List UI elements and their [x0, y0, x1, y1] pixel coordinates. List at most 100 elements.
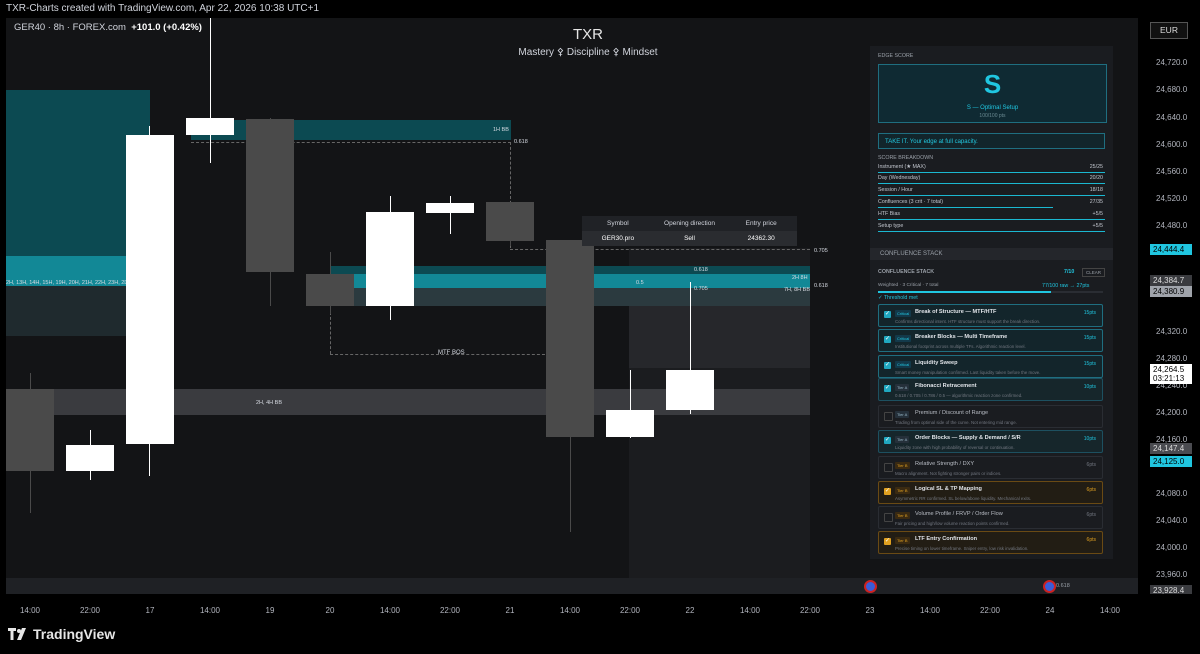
breakdown-row: Day (Wednesday) 20/20: [878, 175, 1105, 184]
time-label: 22: [685, 606, 695, 615]
confluence-item[interactable]: ✓ Tier A Order Blocks — Supply & Demand …: [878, 430, 1103, 453]
breakdown-bar: [878, 172, 1105, 173]
fib-618-bottom-label: 0.618: [1056, 583, 1070, 589]
threshold-status: ✓ Threshold met: [878, 295, 918, 301]
confluence-item-desc: Precise timing on lower timeframe. Snipe…: [895, 546, 1029, 551]
confluence-item-points: 10pts: [1083, 384, 1096, 390]
checkbox-unchecked-icon[interactable]: [884, 412, 893, 421]
table-header-symbol: Symbol: [606, 220, 629, 227]
confluence-title: CONFLUENCE STACK: [878, 269, 935, 275]
checkbox-checked-icon[interactable]: ✓: [884, 336, 891, 343]
price-label: 24,480.0: [1156, 221, 1188, 230]
zone-right-gray: [629, 306, 810, 368]
event-marker-icon[interactable]: [864, 580, 877, 593]
confluence-item-desc: Fair pricing and high/low volume reactio…: [895, 521, 1010, 526]
confluence-item[interactable]: Tier B Relative Strength / DXY Macro ali…: [878, 456, 1103, 479]
breakdown-label: Setup type: [878, 223, 904, 229]
price-label: 23,960.0: [1156, 570, 1188, 579]
time-label: 22:00: [979, 606, 1001, 615]
candle-bear: [6, 389, 54, 471]
checkbox-checked-icon[interactable]: ✓: [884, 311, 891, 318]
zone-2h8h-label: 2H 8H: [792, 275, 808, 281]
confluence-item-points: 10pts: [1083, 436, 1096, 442]
confluence-item[interactable]: ✓ Critical Break of Structure — MTF/HTF …: [878, 304, 1103, 327]
candle-bull: [606, 410, 654, 437]
breakdown-value: +5/5: [1092, 211, 1103, 217]
confluence-item-title: Volume Profile / FRVP / Order Flow: [915, 511, 1003, 517]
fib-618a-label: 0.618: [514, 139, 528, 145]
breakdown-label: Session / Hour: [878, 187, 913, 193]
confluence-item-title: Liquidity Sweep: [915, 360, 958, 366]
confluence-item-desc: Confirms directional intent. HTF structu…: [895, 319, 1041, 324]
time-axis[interactable]: [0, 594, 1200, 618]
chart-caption: TXR-Charts created with TradingView.com,…: [0, 0, 1200, 18]
confluence-item-desc: Trading from optimal side of the curve. …: [895, 420, 1017, 425]
breakdown-value: 27/35: [1089, 199, 1103, 205]
tier-tag: Tier B: [895, 537, 910, 544]
mtf-bos-label: MTF BOS: [438, 350, 465, 356]
price-label: 24,640.0: [1156, 113, 1188, 122]
confluence-item-title: Relative Strength / DXY: [915, 461, 975, 467]
price-badge-cyan: 24,125.0: [1150, 456, 1192, 467]
checkbox-unchecked-icon[interactable]: [884, 463, 893, 472]
time-label: 14:00: [919, 606, 941, 615]
edge-advice: TAKE IT. Your edge at full capacity.: [878, 133, 1105, 149]
tier-tag: Tier B: [895, 462, 910, 469]
time-label: 22:00: [619, 606, 641, 615]
fib-618c-label: 0.618: [814, 283, 828, 289]
confluence-item[interactable]: ✓ Tier A Fibonacci Retracement 0.618 / 0…: [878, 378, 1103, 401]
fib-705b-label: 0.705: [694, 286, 708, 292]
candle-wick: [450, 196, 451, 234]
event-marker-icon[interactable]: [1043, 580, 1056, 593]
price-axis[interactable]: [1138, 18, 1200, 594]
time-label: 14:00: [1099, 606, 1121, 615]
breakdown-label: Instrument (★ MAX): [878, 164, 926, 170]
candle-bull: [426, 203, 474, 213]
confluence-item-points: 6pts: [1086, 487, 1096, 493]
tradingview-logo-icon: [8, 628, 26, 640]
edge-grade: S: [983, 69, 1002, 99]
chart-scroll-strip[interactable]: [6, 578, 1138, 594]
confluence-item[interactable]: Tier B Volume Profile / FRVP / Order Flo…: [878, 506, 1103, 529]
checkbox-unchecked-icon[interactable]: [884, 513, 893, 522]
price-label: 24,280.0: [1156, 354, 1188, 363]
zone-1h-bb: [191, 120, 511, 140]
checkbox-checked-icon[interactable]: ✓: [884, 538, 891, 545]
checkbox-checked-icon[interactable]: ✓: [884, 362, 891, 369]
confluence-header[interactable]: CONFLUENCE STACK: [870, 248, 1113, 260]
breakdown-bar: [878, 231, 1105, 232]
confluence-item[interactable]: ✓ Critical Liquidity Sweep Smart money m…: [878, 355, 1103, 378]
confluence-item-points: 6pts: [1086, 462, 1096, 468]
price-badge-gray: 24,147.4: [1150, 443, 1192, 454]
confluence-item[interactable]: ✓ Tier B LTF Entry Confirmation Precise …: [878, 531, 1103, 554]
price-label: 24,080.0: [1156, 489, 1188, 498]
price-label: 24,040.0: [1156, 516, 1188, 525]
time-label: 17: [145, 606, 155, 615]
breakdown-label: Day (Wednesday): [878, 175, 921, 181]
confluence-clear-button[interactable]: CLEAR: [1082, 268, 1106, 277]
price-label: 24,000.0: [1156, 543, 1188, 552]
price-label: 24,320.0: [1156, 327, 1188, 336]
brand-name: TradingView: [33, 626, 116, 642]
breakdown-value: +5/5: [1092, 223, 1103, 229]
candle-bear: [486, 202, 534, 241]
candle-bull: [66, 445, 114, 471]
confluence-weighted: Weighted · 3 Critical · 7 total: [878, 283, 939, 288]
candle-bear: [546, 240, 594, 437]
confluence-item[interactable]: ✓ Tier B Logical SL & TP Mapping Asymmet…: [878, 481, 1103, 504]
price-label: 24,680.0: [1156, 85, 1188, 94]
currency-button[interactable]: EUR: [1150, 22, 1188, 39]
time-label: 22:00: [799, 606, 821, 615]
checkbox-checked-icon[interactable]: ✓: [884, 385, 891, 392]
confluence-item-desc: Liquidity zone with high probability of …: [895, 445, 1015, 450]
breakdown-bar: [878, 207, 1053, 208]
checkbox-checked-icon[interactable]: ✓: [884, 437, 891, 444]
confluence-item-points: 15pts: [1083, 335, 1096, 341]
tradingview-logo[interactable]: TradingView: [8, 626, 115, 642]
checkbox-checked-icon[interactable]: ✓: [884, 488, 891, 495]
confluence-item[interactable]: Tier A Premium / Discount of Range Tradi…: [878, 405, 1103, 428]
confluence-item-desc: Macro alignment. Not fighting stronger p…: [895, 471, 1002, 476]
candle-bull: [366, 212, 414, 306]
confluence-item[interactable]: ✓ Critical Breaker Blocks — Multi Timefr…: [878, 329, 1103, 352]
breakdown-row: Session / Hour 18/18: [878, 187, 1105, 196]
